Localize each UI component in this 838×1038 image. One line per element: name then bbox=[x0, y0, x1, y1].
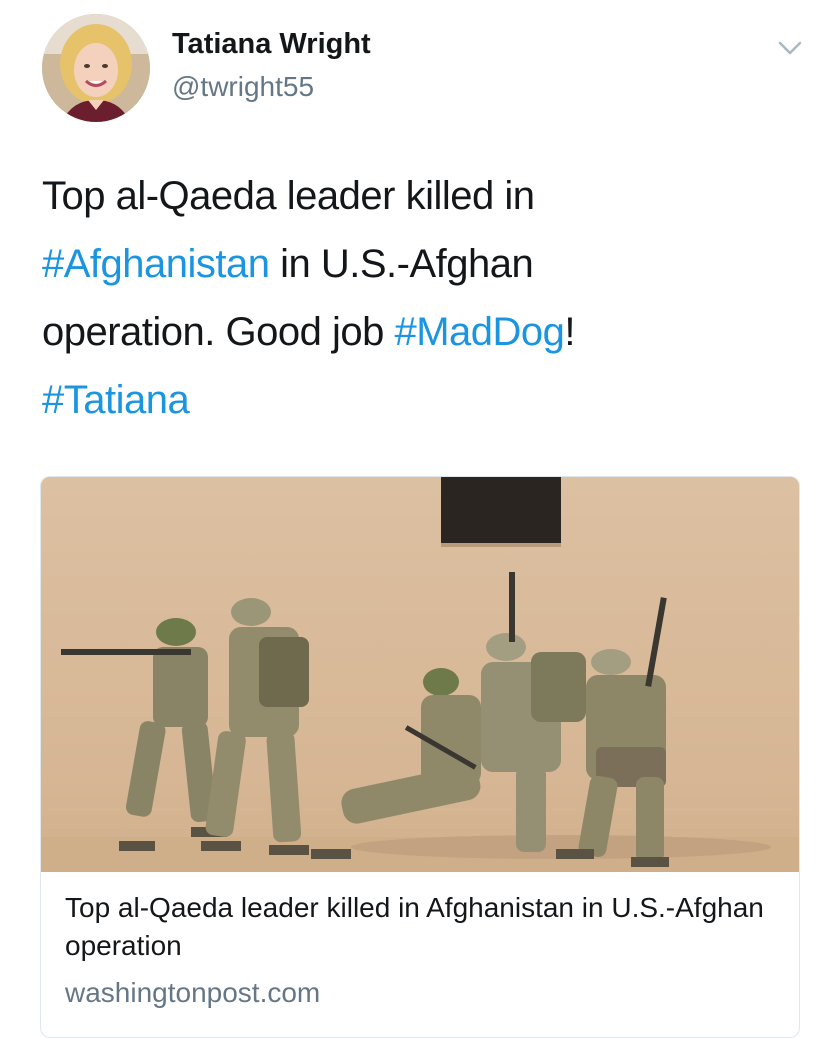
tweet-header: Tatiana Wright @twright55 bbox=[0, 0, 838, 140]
tweet-text-line: operation. Good job #MadDog! bbox=[42, 298, 802, 366]
tweet-text-line: #Tatiana bbox=[42, 366, 802, 434]
link-card[interactable]: Top al-Qaeda leader killed in Afghanista… bbox=[40, 476, 800, 1038]
profile-photo-icon bbox=[42, 14, 150, 122]
tweet-text-segment: in U.S.-Afghan bbox=[269, 242, 534, 286]
hashtag-link[interactable]: #Tatiana bbox=[42, 378, 190, 422]
hashtag-link[interactable]: #MadDog bbox=[394, 310, 564, 354]
tweet-text-line: #Afghanistan in U.S.-Afghan bbox=[42, 230, 802, 298]
tweet-text-segment: operation. Good job bbox=[42, 310, 395, 354]
card-image[interactable] bbox=[41, 477, 799, 872]
avatar[interactable] bbox=[42, 14, 150, 122]
tweet-text-segment: ! bbox=[564, 310, 576, 354]
chevron-down-icon bbox=[778, 41, 802, 55]
card-domain: washingtonpost.com bbox=[65, 977, 321, 1008]
tweet-text-segment: Top al-Qaeda leader killed in bbox=[42, 174, 535, 218]
card-title[interactable]: Top al-Qaeda leader killed in Afghanista… bbox=[65, 889, 765, 965]
tweet-text-line: Top al-Qaeda leader killed in bbox=[42, 162, 802, 230]
soldiers-photo-icon bbox=[41, 477, 799, 872]
tweet-menu-button[interactable] bbox=[772, 34, 808, 62]
hashtag-link[interactable]: #Afghanistan bbox=[42, 242, 270, 286]
author-handle[interactable]: @twright55 bbox=[172, 71, 314, 103]
tweet-text: Top al-Qaeda leader killed in #Afghanista… bbox=[42, 162, 802, 434]
author-name[interactable]: Tatiana Wright bbox=[172, 28, 371, 61]
